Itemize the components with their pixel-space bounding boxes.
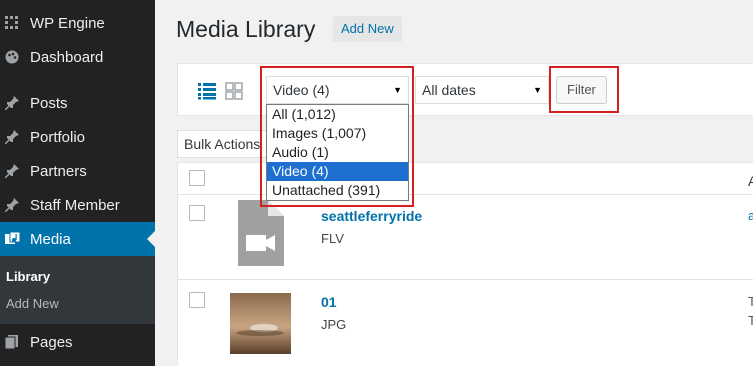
- media-thumbnail[interactable]: [230, 293, 291, 354]
- pin-icon: [4, 130, 19, 145]
- pin-icon: [4, 164, 19, 179]
- palette-icon: [5, 50, 19, 64]
- media-title-link[interactable]: 01: [321, 294, 337, 310]
- sidebar-item-label: Media: [30, 230, 71, 248]
- admin-sidebar: WP Engine Dashboard Posts Portfolio Part…: [0, 0, 155, 366]
- sidebar-item-label: WP Engine: [30, 14, 105, 32]
- submenu-item-add-new[interactable]: Add New: [6, 296, 59, 311]
- sidebar-item-posts[interactable]: Posts: [0, 86, 155, 120]
- cell-text: T: [748, 294, 753, 309]
- sidebar-item-label: Dashboard: [30, 48, 104, 66]
- sidebar-item-label: Partners: [30, 162, 87, 180]
- sidebar-item-partners[interactable]: Partners: [0, 154, 155, 188]
- sidebar-item-media[interactable]: Media: [0, 222, 155, 256]
- media-submenu: Library Add New: [0, 256, 155, 324]
- author-link[interactable]: a: [748, 208, 753, 223]
- pin-icon: [4, 96, 19, 111]
- highlight-box-filter: [549, 66, 619, 113]
- sidebar-item-label: Pages: [30, 333, 73, 351]
- row-checkbox[interactable]: [189, 205, 205, 221]
- sidebar-item-portfolio[interactable]: Portfolio: [0, 120, 155, 154]
- sidebar-item-wp-engine[interactable]: WP Engine: [0, 6, 155, 40]
- grid-icon: [5, 16, 19, 30]
- page-title: Media Library: [176, 16, 316, 42]
- pages-icon: [4, 335, 19, 350]
- sidebar-item-label: Staff Member: [30, 196, 120, 214]
- date-select-value: All dates: [422, 82, 476, 98]
- date-select[interactable]: All dates ▼: [415, 76, 549, 104]
- add-new-button[interactable]: Add New: [333, 16, 402, 42]
- submenu-item-library[interactable]: Library: [6, 269, 50, 284]
- grid-view-icon[interactable]: [225, 82, 243, 100]
- row-divider: [178, 279, 753, 280]
- sidebar-item-label: Posts: [30, 94, 68, 112]
- row-checkbox[interactable]: [189, 292, 205, 308]
- sidebar-item-dashboard[interactable]: Dashboard: [0, 40, 155, 74]
- media-file-type: JPG: [321, 317, 347, 332]
- pin-icon: [4, 198, 19, 213]
- video-file-icon[interactable]: [238, 200, 284, 271]
- highlight-box-type-select: [260, 66, 414, 207]
- sidebar-item-staff-member[interactable]: Staff Member: [0, 188, 155, 222]
- media-icon: [5, 231, 21, 246]
- sidebar-item-pages[interactable]: Pages: [0, 325, 155, 359]
- media-file-type: FLV: [321, 231, 344, 246]
- list-view-icon[interactable]: [198, 82, 216, 100]
- cell-text: T: [748, 313, 753, 328]
- select-all-checkbox[interactable]: [189, 170, 205, 186]
- media-title-link[interactable]: seattleferryride: [321, 208, 422, 224]
- dropdown-arrow-icon: ▼: [533, 85, 542, 95]
- sidebar-item-label: Portfolio: [30, 128, 86, 146]
- column-header-author[interactable]: A: [748, 173, 753, 189]
